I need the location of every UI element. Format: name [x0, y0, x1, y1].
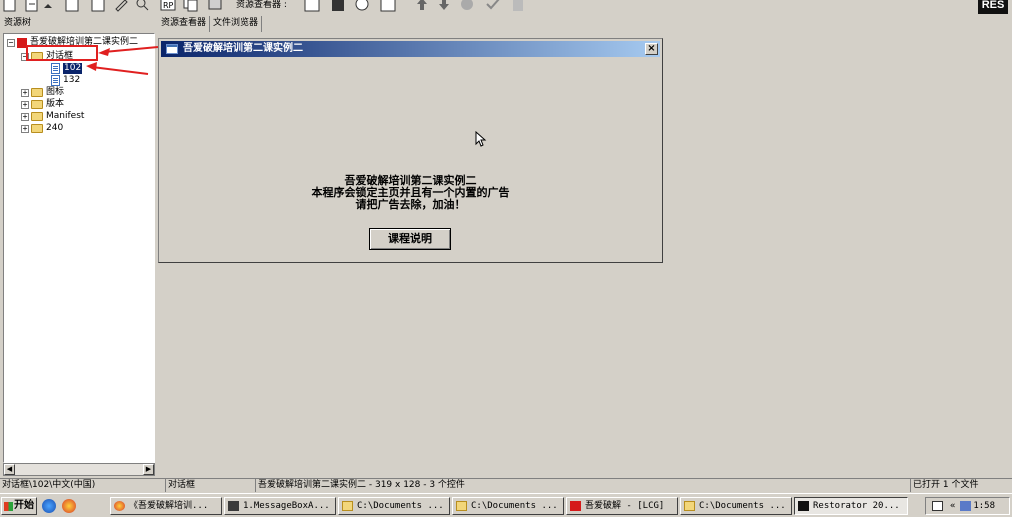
mouse-cursor-icon	[475, 131, 487, 147]
document-icon	[51, 63, 60, 74]
task-guide[interactable]: 《吾爱破解培训...	[110, 497, 222, 515]
task-label: 《吾爱破解培训...	[129, 501, 209, 511]
resource-viewer-label: 资源查看器 :	[236, 0, 287, 10]
tree-item-102[interactable]: 102	[51, 63, 83, 74]
tree-item-label: 版本	[46, 99, 65, 109]
start-button[interactable]: 开始	[1, 497, 37, 515]
folder-icon	[31, 112, 43, 121]
dialog-preview: 吾爱破解培训第二课实例二 × 吾爱破解培训第二课实例二 本程序会锁定主页并且有一…	[158, 38, 663, 263]
search-icon[interactable]	[134, 0, 150, 12]
document-icon	[51, 75, 60, 86]
taskbar: 开始 《吾爱破解培训... 1.MessageBoxA... C:\Docume…	[0, 493, 1012, 517]
grid-icon[interactable]	[304, 0, 320, 12]
tree-item-132[interactable]: 132	[51, 75, 80, 86]
folder-icon	[31, 100, 43, 109]
restorator-icon	[798, 501, 809, 511]
task-label: 1.MessageBoxA...	[243, 501, 330, 511]
tree-item-240[interactable]: + 240	[21, 123, 63, 134]
right-pane-tabs: 资源查看器 文件浏览器	[158, 16, 263, 32]
toolbar: RP 资源查看器 : RES	[0, 0, 1012, 15]
message-line-3: 请把广告去除，加油！	[355, 198, 466, 211]
tree-horizontal-scrollbar[interactable]: ◀ ▶	[3, 463, 155, 476]
tab-file-browser[interactable]: 文件浏览器	[210, 16, 263, 32]
keyboard-icon[interactable]	[932, 501, 943, 511]
system-tray: « 1:58	[925, 497, 1010, 515]
task-explorer-2[interactable]: C:\Documents ...	[452, 497, 564, 515]
move-up-icon[interactable]	[414, 0, 430, 12]
status-path: 对话框\102\中文(中国)	[0, 479, 166, 492]
tray-chevron[interactable]: «	[950, 498, 955, 514]
task-explorer-1[interactable]: C:\Documents ...	[338, 497, 450, 515]
chrome-icon[interactable]	[62, 499, 76, 513]
task-52pojie[interactable]: 吾爱破解 - [LCG]	[566, 497, 678, 515]
status-bar: 对话框\102\中文(中国) 对话框 吾爱破解培训第二课实例二 - 319 x …	[0, 478, 1012, 492]
tree-item-label: 240	[46, 123, 64, 133]
resource-tree-header: 资源树	[4, 18, 32, 28]
save-icon[interactable]	[64, 0, 80, 12]
open-icon[interactable]	[24, 0, 40, 12]
view-icon[interactable]	[354, 0, 370, 12]
copy-icon[interactable]	[183, 0, 199, 12]
close-button[interactable]: ×	[645, 43, 658, 55]
test-icon[interactable]	[380, 0, 396, 12]
folder-icon	[31, 88, 43, 97]
vmware-icon[interactable]	[960, 501, 971, 511]
scroll-left-icon[interactable]: ◀	[4, 464, 15, 475]
tab-resource-viewer[interactable]: 资源查看器	[158, 16, 211, 32]
tree-item-label: Manifest	[46, 111, 85, 121]
task-restorator[interactable]: Restorator 20...	[794, 497, 908, 515]
dropdown-arrow-icon[interactable]	[40, 0, 56, 12]
window-icon	[166, 44, 178, 54]
document-icon	[228, 501, 239, 511]
expand-icon[interactable]: +	[21, 112, 29, 121]
edit-icon[interactable]	[113, 0, 129, 12]
folder-icon	[456, 501, 467, 511]
app-icon	[570, 501, 581, 511]
tree-item-icon[interactable]: + 图标	[21, 87, 64, 98]
tree-item-manifest[interactable]: + Manifest	[21, 111, 84, 122]
tree-item-label: 图标	[46, 87, 65, 97]
status-open-files: 已打开 1 个文件	[910, 479, 1012, 492]
task-label: C:\Documents ...	[699, 501, 786, 511]
expand-icon[interactable]: +	[21, 100, 29, 109]
folder-icon	[342, 501, 353, 511]
status-info: 吾爱破解培训第二课实例二 - 319 x 128 - 3 个控件	[258, 480, 465, 490]
disabled-icon[interactable]	[510, 0, 526, 12]
task-label: Restorator 20...	[813, 501, 900, 511]
folder-icon	[31, 124, 43, 133]
move-down-icon[interactable]	[436, 0, 452, 12]
tree-item-label: 102	[63, 63, 83, 74]
tree-item-label: 132	[63, 75, 81, 85]
collapse-icon[interactable]: −	[7, 38, 15, 47]
expand-icon[interactable]: +	[21, 88, 29, 97]
move-icon[interactable]	[459, 0, 475, 12]
resource-tree[interactable]: − 吾爱破解培训第二课实例二 − 对话框 102 132 + 图标 + 版本 +…	[3, 33, 155, 463]
resource-viewer-area: 吾爱破解培训第二课实例二 × 吾爱破解培训第二课实例二 本程序会锁定主页并且有一…	[158, 33, 1012, 477]
check-icon[interactable]	[485, 0, 501, 12]
dialog-titlebar: 吾爱破解培训第二课实例二 ×	[161, 41, 660, 57]
new-icon[interactable]	[2, 0, 18, 12]
export-icon[interactable]	[90, 0, 106, 12]
tree-item-version[interactable]: + 版本	[21, 99, 64, 110]
task-explorer-3[interactable]: C:\Documents ...	[680, 497, 792, 515]
chrome-icon	[114, 501, 125, 511]
ie-icon[interactable]	[42, 499, 56, 513]
task-label: C:\Documents ...	[471, 501, 558, 511]
resource-icon[interactable]: RP	[160, 0, 176, 12]
folder-icon	[684, 501, 695, 511]
svg-text:RP: RP	[163, 1, 174, 10]
task-label: C:\Documents ...	[357, 501, 444, 511]
clock: 1:58	[973, 501, 995, 511]
app-logo: RES	[978, 0, 1008, 14]
task-label: 吾爱破解 - [LCG]	[585, 501, 665, 511]
scroll-right-icon[interactable]: ▶	[143, 464, 154, 475]
annotation-box	[26, 45, 98, 61]
stack-icon[interactable]	[207, 0, 223, 12]
expand-icon[interactable]: +	[21, 124, 29, 133]
task-messagebox[interactable]: 1.MessageBoxA...	[224, 497, 336, 515]
dialog-icon[interactable]	[330, 0, 346, 12]
course-info-button[interactable]: 课程说明	[369, 228, 451, 250]
status-type: 对话框	[166, 479, 256, 492]
dialog-title: 吾爱破解培训第二课实例二	[183, 43, 303, 54]
